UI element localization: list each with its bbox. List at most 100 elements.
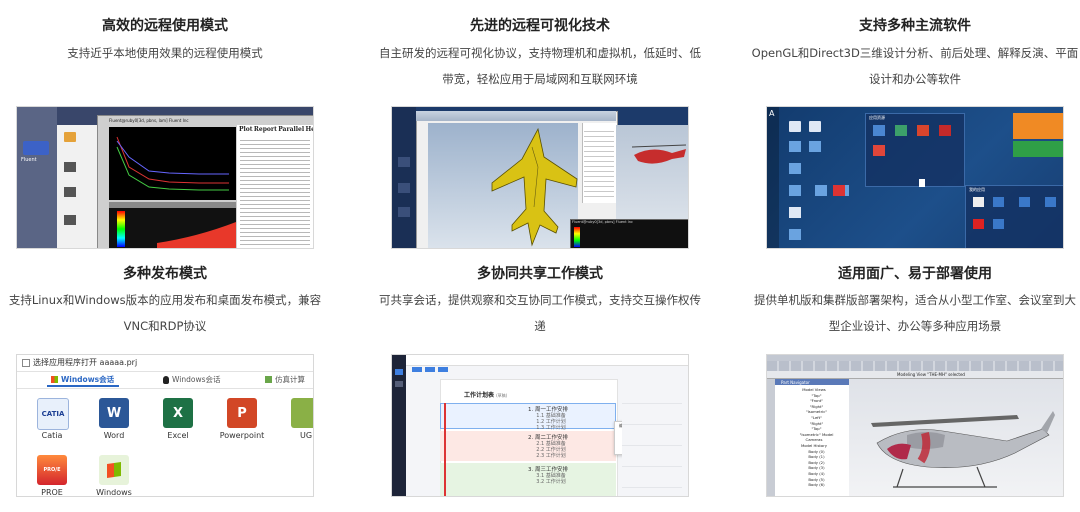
app-label-word: Word bbox=[103, 431, 125, 440]
desktop-icon bbox=[789, 163, 801, 174]
screenshot-open-with-dialog: 选择应用程序打开 aaaaa.prj Windows会话 Windows会话 仿… bbox=[16, 354, 314, 497]
desktop-icon bbox=[789, 141, 801, 152]
menu-report[interactable]: Report bbox=[254, 126, 277, 133]
screenshot-cad-visualization: Fluent@ruby0[3d, pbns] Fluent Inc bbox=[391, 106, 689, 249]
nav-icon[interactable] bbox=[395, 369, 403, 375]
dialog-icon bbox=[22, 359, 30, 367]
folder-icon bbox=[64, 162, 76, 172]
desktop-icon-label: Fluent bbox=[21, 157, 37, 163]
app-label-proe: PROE bbox=[41, 488, 63, 497]
nav-icon[interactable] bbox=[395, 381, 403, 387]
feature-title: 多种发布模式 bbox=[123, 266, 207, 282]
dialog-title: 选择应用程序打开 aaaaa.prj bbox=[33, 358, 138, 367]
console-output bbox=[240, 137, 310, 247]
desktop-icon bbox=[789, 121, 801, 132]
app-tile[interactable] bbox=[833, 185, 845, 196]
app-label-ug: UG bbox=[299, 431, 313, 440]
feature-title: 适用面广、易于部署使用 bbox=[838, 266, 992, 282]
proe-icon[interactable]: PRO/E bbox=[37, 455, 67, 485]
app-tile[interactable] bbox=[973, 219, 984, 229]
tab-windows-session-2[interactable]: Windows会话 bbox=[163, 374, 220, 385]
folder-icon bbox=[64, 215, 76, 225]
screenshot-app-portal: A 应用资源 我的应用 bbox=[766, 106, 1064, 249]
toolbar-button[interactable] bbox=[438, 367, 448, 372]
menu-plot[interactable]: Plot bbox=[239, 126, 253, 133]
feature-desc: 可共享会话，提供观察和交互协同工作模式，支持交互操作权传递 bbox=[379, 293, 701, 333]
excel-icon[interactable]: X bbox=[163, 398, 193, 428]
fighter-jet-model bbox=[491, 127, 578, 247]
app-tile[interactable] bbox=[873, 145, 885, 156]
helicopter-model bbox=[632, 144, 687, 164]
app-tile[interactable] bbox=[939, 125, 951, 136]
colorbar bbox=[117, 211, 125, 247]
fluent-app-icon bbox=[23, 141, 49, 155]
contour-plot bbox=[157, 222, 236, 248]
feature-title: 多协同共享工作模式 bbox=[477, 266, 603, 282]
catia-icon[interactable]: CATIA bbox=[37, 398, 69, 430]
app-label-powerpoint: Powerpoint bbox=[219, 431, 265, 440]
desktop-icon bbox=[398, 183, 410, 193]
residual-plot bbox=[116, 136, 229, 191]
toolbar-button[interactable] bbox=[412, 367, 422, 372]
task-group[interactable]: 2. 周二工作安排 2.1 基础准备 2.2 工作计划 2.3 工作计划 bbox=[440, 435, 636, 459]
app-tile[interactable] bbox=[993, 219, 1004, 229]
notification-green[interactable] bbox=[1013, 141, 1063, 157]
windows-icon[interactable] bbox=[99, 455, 129, 485]
toolbar-button[interactable] bbox=[425, 367, 435, 372]
desktop-icon bbox=[398, 207, 410, 217]
menu-help[interactable]: He bbox=[306, 126, 314, 133]
folder-icon bbox=[64, 187, 76, 197]
helicopter-model bbox=[871, 411, 1055, 488]
grid-icon bbox=[265, 376, 272, 383]
part-tree[interactable]: Model Views "Top" "Front" "Right" "Isome… bbox=[781, 387, 847, 488]
feature-title: 先进的远程可视化技术 bbox=[470, 18, 610, 34]
desktop-icon bbox=[809, 121, 821, 132]
app-tile[interactable] bbox=[917, 125, 929, 136]
feature-title: 支持多种主流软件 bbox=[859, 18, 971, 34]
task-group[interactable]: 1. 周一工作安排 1.1 基础准备 1.2 工作计划 1.3 工作计划 bbox=[440, 407, 636, 431]
feature-desc: OpenGL和Direct3D三维设计分析、前后处理、解释反演、平面设计和办公等… bbox=[751, 46, 1079, 86]
notification-orange[interactable] bbox=[1013, 113, 1063, 139]
tab-simulation[interactable]: 仿真计算 bbox=[265, 374, 305, 385]
doc-heading: 工作计划表 (草稿) bbox=[464, 392, 508, 399]
app-label-windows: Windows bbox=[96, 488, 132, 497]
desktop-icon bbox=[789, 185, 801, 196]
windows-logo-icon bbox=[51, 376, 58, 383]
desktop-icon bbox=[398, 157, 410, 167]
feature-desc: 支持近乎本地使用效果的远程使用模式 bbox=[67, 46, 263, 60]
app-tile[interactable] bbox=[993, 197, 1004, 207]
tab-windows-session[interactable]: Windows会话 bbox=[51, 374, 114, 385]
feature-desc: 支持Linux和Windows版本的应用发布和桌面发布模式，兼容VNC和RDP协… bbox=[8, 293, 322, 333]
screenshot-nx-modeling: Modeling View "THE-MH" selected Part Nav… bbox=[766, 354, 1064, 497]
app-label-catia: Catia bbox=[41, 431, 63, 440]
app-label-excel: Excel bbox=[167, 431, 189, 440]
desktop-icon bbox=[809, 141, 821, 152]
viewer-title: Fluent@ruby0[3d, pbns] Fluent Inc bbox=[572, 220, 633, 224]
desktop-icon bbox=[815, 185, 827, 196]
panel2-title: 我的应用 bbox=[969, 187, 985, 192]
app-tile[interactable] bbox=[973, 197, 984, 207]
task-group[interactable]: 3. 周三工作安排 3.1 基础准备 3.2 工作计划 bbox=[440, 467, 636, 485]
word-icon[interactable]: W bbox=[99, 398, 129, 428]
window-title: Fluent@ruby0[3d, pbns, lam] Fluent Inc bbox=[109, 118, 189, 123]
tree-title: Part Navigator bbox=[781, 380, 810, 385]
app-tile[interactable] bbox=[1019, 197, 1030, 207]
feature-title: 高效的远程使用模式 bbox=[102, 18, 228, 34]
tab-active-indicator bbox=[47, 385, 119, 387]
screenshot-shared-document: 工作计划表 (草稿) 1. 周一工作安排 1.1 基础准备 1.2 工作计划 1… bbox=[391, 354, 689, 497]
app-tile[interactable] bbox=[1045, 197, 1056, 207]
menu-parallel[interactable]: Parallel bbox=[278, 126, 304, 133]
feature-desc: 提供单机版和集群版部署架构，适合从小型工作室、会议室到大型企业设计、办公等多种应… bbox=[754, 293, 1076, 333]
windows-flag-icon bbox=[107, 462, 121, 478]
colorbar bbox=[574, 227, 580, 247]
model-title: Modeling View "THE-MH" selected bbox=[897, 372, 965, 377]
folder-icon bbox=[64, 132, 76, 142]
linux-tux-icon bbox=[163, 375, 169, 384]
cursor-icon bbox=[919, 179, 925, 187]
app-tile[interactable] bbox=[895, 125, 907, 136]
app-tile[interactable] bbox=[873, 125, 885, 136]
powerpoint-icon[interactable]: P bbox=[227, 398, 257, 428]
panel-title: 应用资源 bbox=[869, 115, 885, 120]
ug-icon[interactable] bbox=[291, 398, 313, 428]
feature-desc: 自主研发的远程可视化协议，支持物理机和虚拟机，低延时、低带宽，轻松应用于局域网和… bbox=[379, 46, 701, 86]
